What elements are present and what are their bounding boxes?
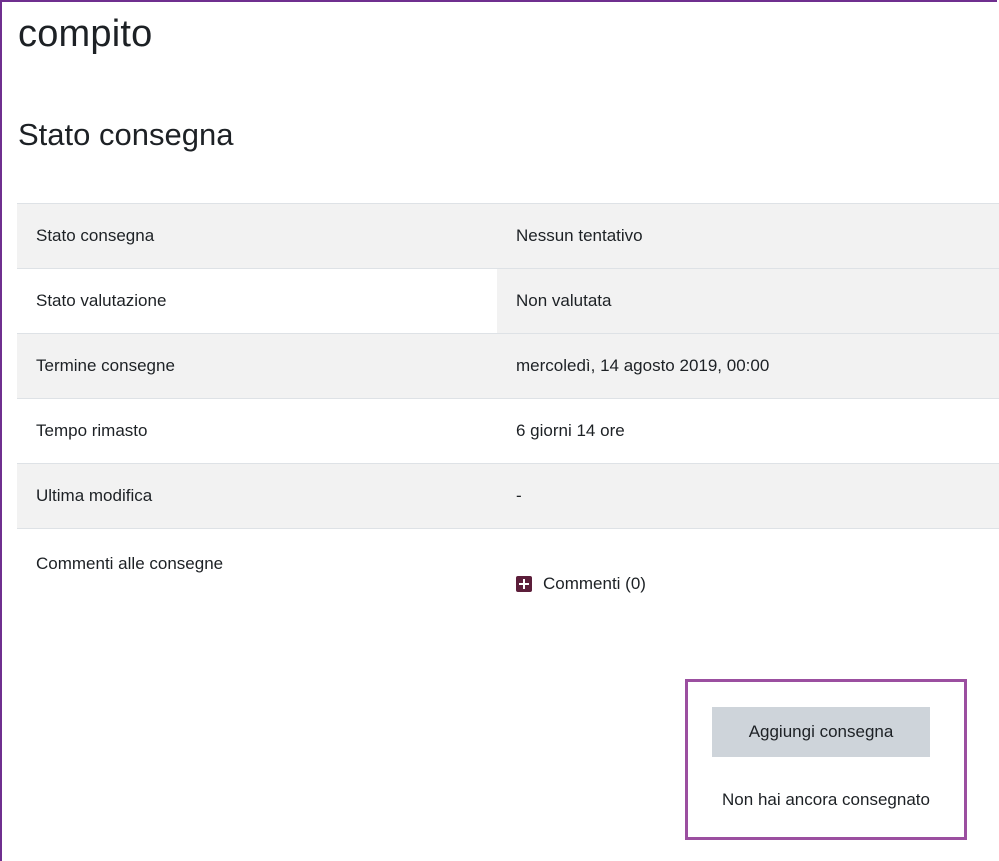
section-title: Stato consegna <box>18 117 234 152</box>
row-value: Commenti (0) <box>497 528 999 686</box>
submission-status-table: Stato consegna Nessun tentativo Stato va… <box>17 203 999 686</box>
submission-note: Non hai ancora consegnato <box>722 790 930 809</box>
page-title: compito <box>18 13 153 55</box>
row-label: Ultima modifica <box>17 463 497 529</box>
row-value: 6 giorni 14 ore <box>497 398 999 464</box>
plus-square-icon <box>516 576 532 592</box>
submission-actions-box: Aggiungi consegna Non hai ancora consegn… <box>685 679 967 840</box>
row-value: - <box>497 463 999 529</box>
table-row: Tempo rimasto 6 giorni 14 ore <box>17 398 999 464</box>
table-row: Termine consegne mercoledì, 14 agosto 20… <box>17 333 999 399</box>
row-label: Tempo rimasto <box>17 398 497 464</box>
add-submission-button[interactable]: Aggiungi consegna <box>712 707 930 757</box>
comments-toggle-link[interactable]: Commenti (0) <box>516 574 646 594</box>
table-row: Stato consegna Nessun tentativo <box>17 203 999 269</box>
table-row: Ultima modifica - <box>17 463 999 529</box>
table-row-comments: Commenti alle consegne Commenti (0) <box>17 528 999 686</box>
table-row: Stato valutazione Non valutata <box>17 268 999 334</box>
row-label: Stato consegna <box>17 203 497 269</box>
row-value: Non valutata <box>497 268 999 334</box>
row-label: Termine consegne <box>17 333 497 399</box>
row-label: Commenti alle consegne <box>17 528 497 686</box>
row-label: Stato valutazione <box>17 268 497 334</box>
comments-link-label: Commenti (0) <box>543 574 646 593</box>
row-value: mercoledì, 14 agosto 2019, 00:00 <box>497 333 999 399</box>
row-value: Nessun tentativo <box>497 203 999 269</box>
